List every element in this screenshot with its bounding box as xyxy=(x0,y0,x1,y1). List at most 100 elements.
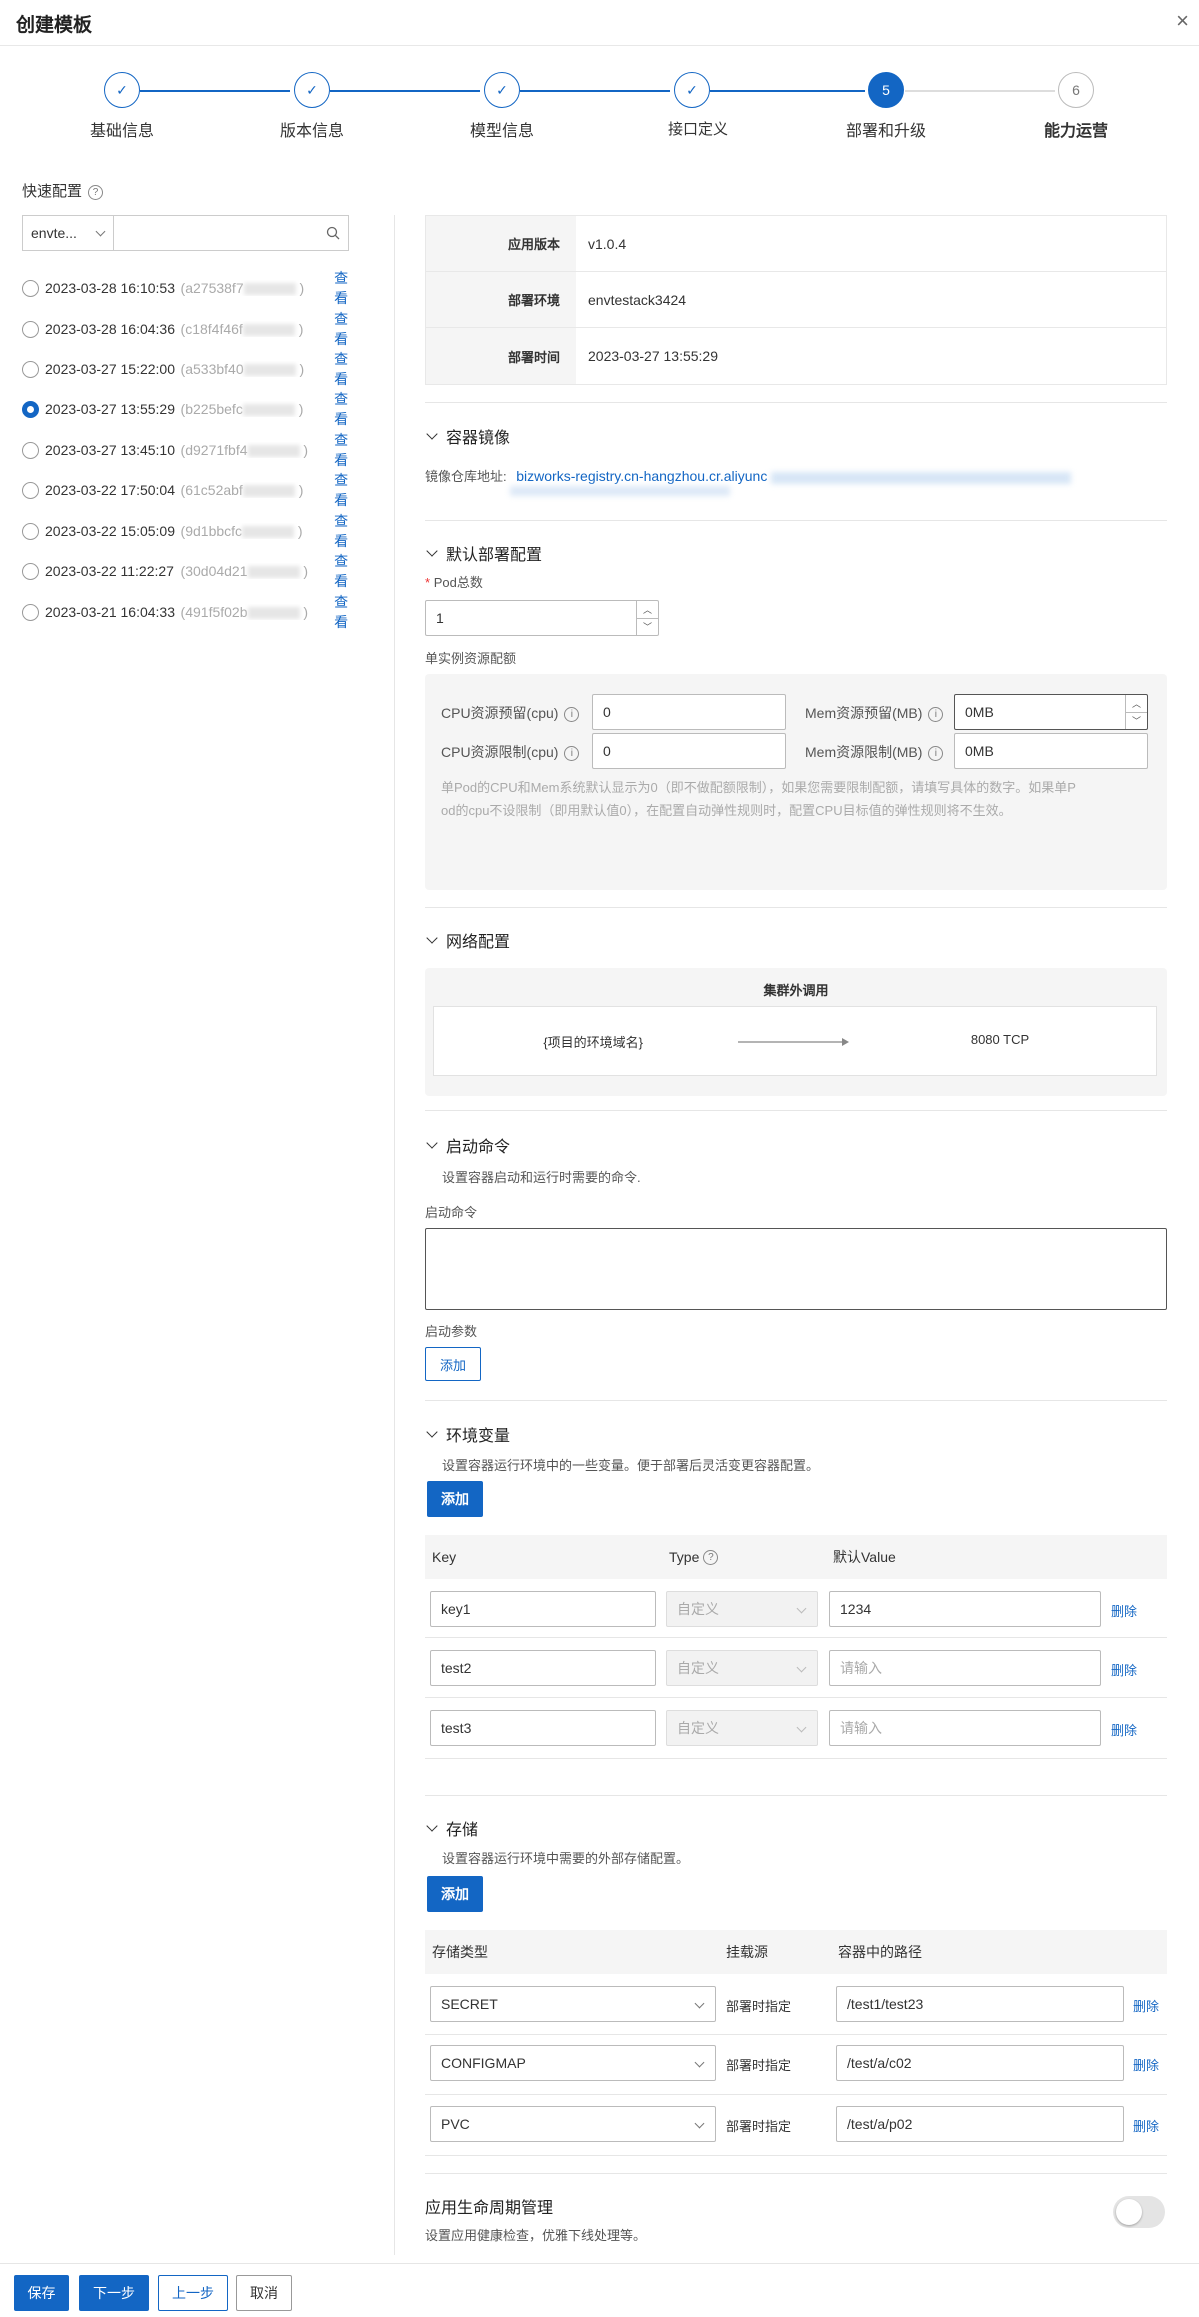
radio-icon[interactable] xyxy=(22,360,39,378)
view-link[interactable]: 查看 xyxy=(334,309,362,349)
env-type-select[interactable]: 自定义 xyxy=(666,1650,818,1686)
step-6-number[interactable]: 6 xyxy=(1058,72,1094,108)
step-1-check-icon[interactable]: ✓ xyxy=(104,72,140,108)
chevron-down-icon[interactable]: ﹀ xyxy=(637,619,658,636)
env-key-input[interactable]: test3 xyxy=(430,1710,656,1746)
info-icon[interactable]: i xyxy=(928,745,944,761)
cpu-req-input[interactable]: 0 xyxy=(592,694,786,730)
network-section-header[interactable]: 网络配置 xyxy=(425,928,510,952)
radio-icon[interactable] xyxy=(22,562,39,580)
panel-divider xyxy=(394,215,395,2255)
history-item[interactable]: 2023-03-27 15:22:00 (a533bf40 ) 查看 xyxy=(22,351,362,387)
step-2-check-icon[interactable]: ✓ xyxy=(294,72,330,108)
stepper-buttons[interactable]: ︿ ﹀ xyxy=(1125,695,1147,729)
stepper-buttons[interactable]: ︿ ﹀ xyxy=(636,601,658,635)
delete-link[interactable]: 删除 xyxy=(1133,1996,1159,2015)
image-section-header[interactable]: 容器镜像 xyxy=(425,424,510,448)
delete-link[interactable]: 删除 xyxy=(1111,1720,1137,1739)
container-path-input[interactable]: /test1/test23 xyxy=(836,1986,1124,2022)
step-4-check-icon[interactable]: ✓ xyxy=(674,72,710,108)
history-item[interactable]: 2023-03-21 16:04:33 (491f5f02b ) 查看 xyxy=(22,594,362,630)
radio-icon[interactable] xyxy=(22,279,39,297)
history-item[interactable]: 2023-03-22 17:50:04 (61c52abf ) 查看 xyxy=(22,472,362,508)
view-link[interactable]: 查看 xyxy=(334,592,362,632)
step-connector xyxy=(905,90,1055,92)
radio-selected-icon[interactable] xyxy=(22,400,39,418)
history-search-input[interactable] xyxy=(113,215,349,251)
cancel-button[interactable]: 取消 xyxy=(236,2275,292,2311)
mem-req-input[interactable]: 0MB ︿ ﹀ xyxy=(954,694,1148,730)
radio-icon[interactable] xyxy=(22,481,39,499)
deploy-section-header[interactable]: 默认部署配置 xyxy=(425,541,542,565)
history-item[interactable]: 2023-03-22 11:22:27 (30d04d21 ) 查看 xyxy=(22,553,362,589)
view-link[interactable]: 查看 xyxy=(334,511,362,551)
radio-icon[interactable] xyxy=(22,320,39,338)
view-link[interactable]: 查看 xyxy=(334,551,362,591)
add-env-button[interactable]: 添加 xyxy=(427,1481,483,1517)
cpu-lim-input[interactable]: 0 xyxy=(592,733,786,769)
history-item[interactable]: 2023-03-22 15:05:09 (9d1bbcfc ) 查看 xyxy=(22,513,362,549)
env-key-input[interactable]: test2 xyxy=(430,1650,656,1686)
radio-icon[interactable] xyxy=(22,603,39,621)
chevron-down-icon[interactable]: ﹀ xyxy=(1126,713,1147,730)
chevron-down-icon xyxy=(694,2057,705,2068)
storage-type-select[interactable]: SECRET xyxy=(430,1986,716,2022)
history-hash-close: ) xyxy=(297,523,303,539)
storage-section-header[interactable]: 存储 xyxy=(425,1816,478,1840)
add-storage-button[interactable]: 添加 xyxy=(427,1876,483,1912)
history-hash: (a533bf40 ) xyxy=(181,361,321,377)
step-5-number[interactable]: 5 xyxy=(868,72,904,108)
history-time: 2023-03-28 16:04:36 xyxy=(45,321,175,337)
history-item[interactable]: 2023-03-28 16:04:36 (c18f4f46f ) 查看 xyxy=(22,311,362,347)
help-icon[interactable]: ? xyxy=(703,1550,719,1566)
prev-step-button[interactable]: 上一步 xyxy=(158,2275,228,2311)
env-value-input[interactable]: 请输入 xyxy=(829,1650,1101,1686)
startup-section-header[interactable]: 启动命令 xyxy=(425,1133,510,1157)
step-3-check-icon[interactable]: ✓ xyxy=(484,72,520,108)
delete-link[interactable]: 删除 xyxy=(1111,1601,1137,1620)
chevron-up-icon[interactable]: ︿ xyxy=(1126,695,1147,713)
delete-link[interactable]: 删除 xyxy=(1111,1660,1137,1679)
storage-type-select[interactable]: PVC xyxy=(430,2106,716,2142)
next-step-button[interactable]: 下一步 xyxy=(79,2275,149,2311)
add-arg-button[interactable]: 添加 xyxy=(425,1347,481,1381)
radio-icon[interactable] xyxy=(22,441,39,459)
view-link[interactable]: 查看 xyxy=(334,268,362,308)
chevron-up-icon[interactable]: ︿ xyxy=(637,601,658,619)
env-value-input[interactable]: 1234 xyxy=(829,1591,1101,1627)
info-icon[interactable]: i xyxy=(564,745,580,761)
info-value: envtestack3424 xyxy=(588,291,687,308)
view-link[interactable]: 查看 xyxy=(334,470,362,510)
history-item[interactable]: 2023-03-27 13:45:10 (d9271fbf4 ) 查看 xyxy=(22,432,362,468)
help-icon[interactable]: ? xyxy=(88,184,104,200)
row-divider xyxy=(425,2155,1167,2156)
lifecycle-toggle[interactable] xyxy=(1113,2196,1165,2228)
env-key-input[interactable]: key1 xyxy=(430,1591,656,1627)
container-path-input[interactable]: /test/a/p02 xyxy=(836,2106,1124,2142)
container-path-input[interactable]: /test/a/c02 xyxy=(836,2045,1124,2081)
save-button[interactable]: 保存 xyxy=(14,2275,69,2311)
startup-command-textarea[interactable] xyxy=(425,1228,1167,1310)
env-select[interactable]: envte... xyxy=(22,215,114,251)
close-icon[interactable]: × xyxy=(1176,8,1189,34)
mem-lim-input[interactable]: 0MB xyxy=(954,733,1148,769)
view-link[interactable]: 查看 xyxy=(334,349,362,389)
pod-count-input[interactable]: 1 ︿ ﹀ xyxy=(425,600,659,636)
env-type-select[interactable]: 自定义 xyxy=(666,1710,818,1746)
view-link[interactable]: 查看 xyxy=(334,389,362,429)
history-item[interactable]: 2023-03-28 16:10:53 (a27538f7 ) 查看 xyxy=(22,270,362,306)
radio-icon[interactable] xyxy=(22,522,39,540)
history-hash: (9d1bbcfc ) xyxy=(181,523,321,539)
env-type-select[interactable]: 自定义 xyxy=(666,1591,818,1627)
info-icon[interactable]: i xyxy=(928,706,944,722)
info-icon[interactable]: i xyxy=(564,706,580,722)
delete-link[interactable]: 删除 xyxy=(1133,2055,1159,2074)
env-section-header[interactable]: 环境变量 xyxy=(425,1422,510,1446)
env-value-input[interactable]: 请输入 xyxy=(829,1710,1101,1746)
repo-link[interactable]: bizworks-registry.cn-hangzhou.cr.aliyunc xyxy=(516,468,767,484)
view-link[interactable]: 查看 xyxy=(334,430,362,470)
delete-link[interactable]: 删除 xyxy=(1133,2116,1159,2135)
mount-source: 部署时指定 xyxy=(726,2058,792,2073)
history-item[interactable]: 2023-03-27 13:55:29 (b225befc ) 查看 xyxy=(22,391,362,427)
storage-type-select[interactable]: CONFIGMAP xyxy=(430,2045,716,2081)
